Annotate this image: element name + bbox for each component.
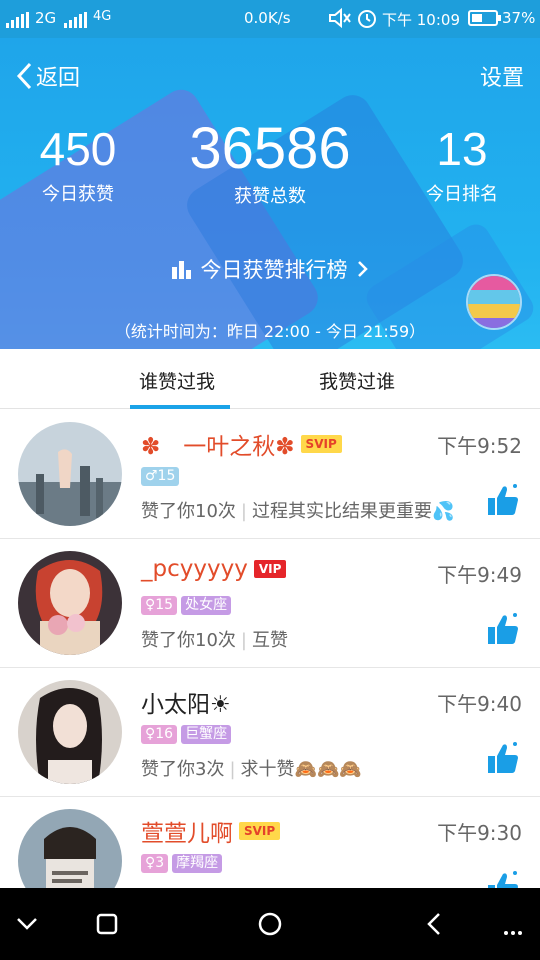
stat-label: 今日排名 [426, 184, 498, 205]
thumbs-up-icon [488, 742, 518, 773]
like-count: 赞了你10次 [141, 501, 236, 522]
stat-today-likes: 450 今日获赞 [18, 122, 138, 206]
avatar[interactable] [18, 680, 122, 784]
like-time: 下午9:49 [437, 563, 522, 587]
mute-icon [328, 7, 352, 33]
stat-period: （统计时间为：昨日 22:00 - 今日 21:59） [114, 322, 426, 341]
battery-icon [468, 10, 501, 26]
clock-time: 下午 10:09 [382, 11, 460, 29]
gender-age-tag: ♀3 [141, 854, 169, 873]
network-type-1: 2G [35, 9, 57, 27]
network-speed: 0.0K/s [244, 9, 291, 27]
user-note: 过程其实比结果更重要💦 [251, 501, 455, 522]
status-bar: 2G 4G 0.0K/s 下午 10:09 37% [0, 0, 540, 38]
avatar[interactable] [18, 551, 122, 655]
ranking-link-label: 今日获赞排行榜 [200, 258, 348, 282]
list-item[interactable]: ✽ 一叶之秋✽ SVIP 下午9:52 ♂15 赞了你10次 | 过程其实比结果更重… [0, 410, 540, 539]
like-back-button[interactable] [486, 869, 520, 888]
settings-button[interactable]: 设置 [480, 60, 524, 92]
svip-badge: SVIP [239, 822, 281, 840]
system-nav-bar [0, 888, 540, 960]
gender-age-tag: ♀16 [141, 725, 178, 744]
like-back-button[interactable] [486, 740, 520, 780]
user-name[interactable]: ✽ 一叶之秋✽ [141, 427, 295, 461]
signal-icon [6, 10, 29, 28]
like-count: 赞了你3次 [141, 759, 225, 780]
ranking-link[interactable]: 今日获赞排行榜 [0, 254, 540, 284]
vip-badge: VIP [253, 560, 287, 578]
back-button[interactable]: 返回 [14, 60, 80, 92]
bar-chart-icon [171, 261, 191, 279]
likes-header: 返回 设置 450 今日获赞 36586 获赞总数 13 今日排名 今日获赞排行… [0, 38, 540, 349]
tab-bar: 谁赞过我 我赞过谁 [0, 349, 540, 409]
gender-age-tag: ♂15 [141, 467, 180, 486]
recent-apps-icon[interactable] [96, 913, 118, 939]
signal-icon-2 [64, 10, 87, 28]
thumbs-up-icon [488, 484, 518, 515]
user-name[interactable]: 小太阳☀ [141, 685, 231, 719]
active-tab-indicator [130, 405, 230, 409]
network-type-2: 4G [93, 9, 112, 24]
thumbs-up-icon [488, 613, 518, 644]
zodiac-tag: 处女座 [181, 596, 232, 615]
like-time: 下午9:52 [437, 434, 522, 458]
user-name-row: _pcyyyyy VIP [141, 556, 287, 582]
like-description: 赞了你10次 | 过程其实比结果更重要💦 [141, 501, 455, 522]
like-time: 下午9:40 [437, 692, 522, 716]
avatar[interactable] [18, 809, 122, 888]
stat-label: 今日获赞 [42, 184, 114, 205]
zodiac-tag: 摩羯座 [172, 854, 223, 873]
user-tags: ♀3 摩羯座 [141, 854, 223, 873]
like-back-button[interactable] [486, 611, 520, 651]
back-nav-icon[interactable] [426, 912, 442, 940]
svip-badge: SVIP [300, 435, 342, 453]
floating-avatar[interactable] [466, 274, 522, 330]
user-tags: ♂15 [141, 467, 180, 486]
avatar[interactable] [18, 422, 122, 526]
user-name[interactable]: 萱萱儿啊 [141, 814, 233, 848]
user-note: 求十赞🙈🙈🙈 [240, 759, 362, 780]
like-count: 赞了你10次 [141, 630, 236, 651]
battery-level: 37% [502, 9, 536, 27]
stat-today-rank: 13 今日排名 [400, 122, 524, 206]
list-item[interactable]: _pcyyyyy VIP 下午9:49 ♀15 处女座 赞了你10次 | 互赞 [0, 539, 540, 668]
more-icon[interactable] [503, 921, 523, 940]
user-tags: ♀16 巨蟹座 [141, 725, 232, 744]
thumbs-up-icon [488, 871, 518, 888]
zodiac-tag: 巨蟹座 [181, 725, 232, 744]
stat-value: 36586 [189, 116, 351, 181]
alarm-icon [356, 7, 378, 33]
chevron-left-icon [16, 62, 32, 90]
tab-who-liked-me[interactable]: 谁赞过我 [139, 367, 215, 394]
user-note: 互赞 [251, 630, 288, 651]
user-name-row: 萱萱儿啊 SVIP [141, 814, 281, 848]
home-icon[interactable] [258, 912, 282, 940]
like-description: 赞了你3次 | 求十赞🙈🙈🙈 [141, 759, 362, 780]
user-tags: ♀15 处女座 [141, 596, 232, 615]
stat-total-likes: 36586 获赞总数 [170, 116, 370, 208]
stat-label: 获赞总数 [234, 186, 306, 207]
like-back-button[interactable] [486, 482, 520, 522]
list-item[interactable]: 小太阳☀ 下午9:40 ♀16 巨蟹座 赞了你3次 | 求十赞🙈🙈🙈 [0, 668, 540, 797]
like-time: 下午9:30 [437, 821, 522, 845]
chevron-right-icon [357, 261, 368, 277]
stat-value: 13 [436, 123, 488, 175]
stat-value: 450 [39, 123, 117, 175]
tab-who-i-liked[interactable]: 我赞过谁 [319, 367, 395, 394]
chevron-down-icon[interactable] [16, 916, 38, 935]
like-description: 赞了你10次 | 互赞 [141, 630, 288, 651]
back-label: 返回 [36, 66, 81, 91]
user-name-row: ✽ 一叶之秋✽ SVIP [141, 427, 342, 461]
list-item[interactable]: 萱萱儿啊 SVIP 下午9:30 ♀3 摩羯座 [0, 797, 540, 888]
likers-list[interactable]: ✽ 一叶之秋✽ SVIP 下午9:52 ♂15 赞了你10次 | 过程其实比结果更重… [0, 410, 540, 888]
gender-age-tag: ♀15 [141, 596, 178, 615]
user-name-row: 小太阳☀ [141, 685, 231, 719]
user-name[interactable]: _pcyyyyy [141, 556, 248, 582]
